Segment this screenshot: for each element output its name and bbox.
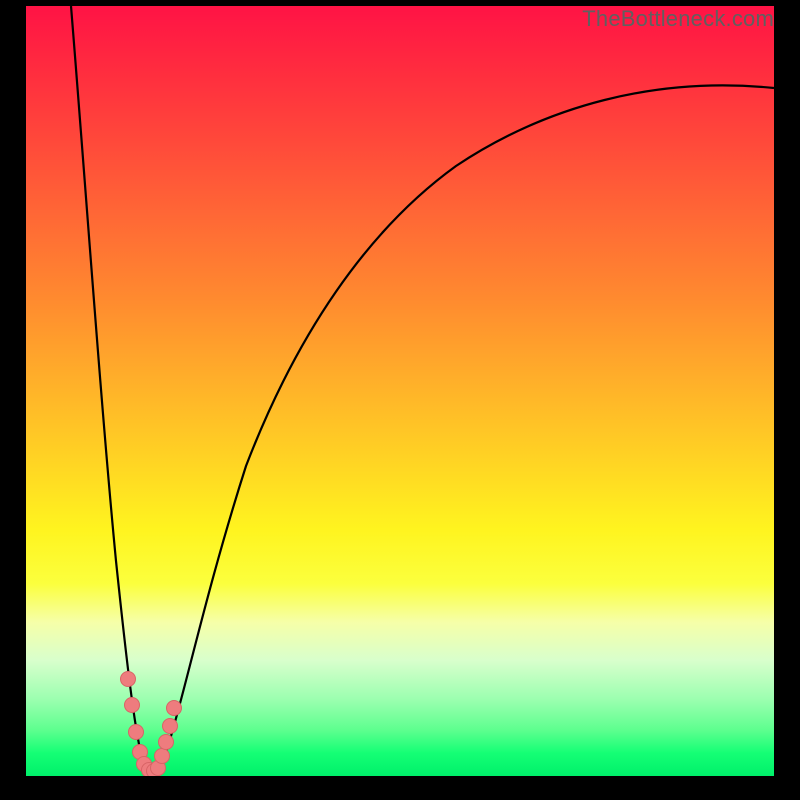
- watermark-text: TheBottleneck.com: [582, 6, 774, 32]
- marker-dot: [121, 672, 136, 687]
- marker-dot: [129, 725, 144, 740]
- marker-dot: [159, 735, 174, 750]
- plot-area: [26, 6, 774, 776]
- marker-dot: [163, 719, 178, 734]
- marker-dot: [125, 698, 140, 713]
- marker-dot: [155, 749, 170, 764]
- marker-dot: [167, 701, 182, 716]
- chart-frame: TheBottleneck.com: [0, 0, 800, 800]
- curve-left: [71, 6, 153, 772]
- curve-right: [153, 85, 774, 772]
- chart-svg: [26, 6, 774, 776]
